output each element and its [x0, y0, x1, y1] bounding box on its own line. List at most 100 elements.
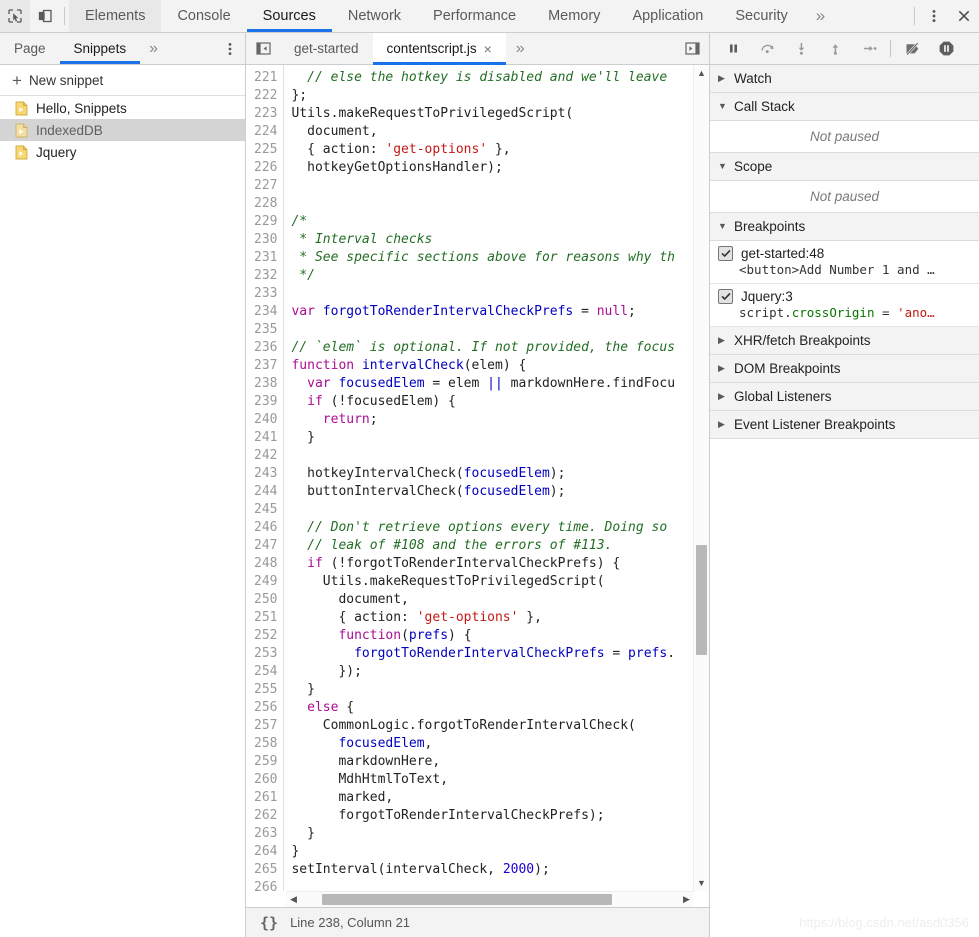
code-line[interactable]: } — [291, 843, 693, 861]
code-line[interactable]: if (!forgotToRenderIntervalCheckPrefs) { — [291, 555, 693, 573]
code-line[interactable] — [291, 285, 693, 303]
code-line[interactable]: hotkeyIntervalCheck(focusedElem); — [291, 465, 693, 483]
code-line[interactable] — [291, 321, 693, 339]
close-devtools-icon[interactable] — [949, 0, 979, 32]
code-line[interactable]: var forgotToRenderIntervalCheckPrefs = n… — [291, 303, 693, 321]
code-line[interactable]: Utils.makeRequestToPrivilegedScript( — [291, 105, 693, 123]
tab-network[interactable]: Network — [332, 0, 417, 32]
more-file-tabs-button[interactable]: » — [506, 33, 535, 64]
code-line[interactable]: } — [291, 825, 693, 843]
code-line[interactable]: var focusedElem = elem || markdownHere.f… — [291, 375, 693, 393]
file-tab-get-started[interactable]: get-started — [280, 33, 373, 64]
breakpoint-checkbox[interactable] — [718, 246, 733, 261]
code-line[interactable]: * See specific sections above for reason… — [291, 249, 693, 267]
code-line[interactable]: CommonLogic.forgotToRenderIntervalCheck( — [291, 717, 693, 735]
code-line[interactable]: marked, — [291, 789, 693, 807]
code-line[interactable]: /* — [291, 213, 693, 231]
show-debugger-icon[interactable] — [675, 33, 709, 64]
code-line[interactable] — [291, 447, 693, 465]
snippet-item-hello-snippets[interactable]: Hello, Snippets — [0, 97, 245, 119]
code-line[interactable]: // Don't retrieve options every time. Do… — [291, 519, 693, 537]
horizontal-scrollbar-thumb[interactable] — [322, 894, 612, 905]
tab-application[interactable]: Application — [616, 0, 719, 32]
code-line[interactable]: */ — [291, 267, 693, 285]
tab-performance[interactable]: Performance — [417, 0, 532, 32]
more-options-icon[interactable] — [919, 0, 949, 32]
step-out-icon[interactable] — [818, 33, 852, 64]
code-line[interactable]: Utils.makeRequestToPrivilegedScript( — [291, 573, 693, 591]
code-editor[interactable]: 221 222 223 224 225 226 227 228 229 230 231 232 233 2… — [246, 65, 709, 891]
snippet-item-jquery[interactable]: Jquery — [0, 141, 245, 163]
code-line[interactable]: forgotToRenderIntervalCheckPrefs = prefs… — [291, 645, 693, 663]
navigator-tab-snippets[interactable]: Snippets — [59, 33, 141, 64]
code-line[interactable]: if (!focusedElem) { — [291, 393, 693, 411]
tab-security[interactable]: Security — [719, 0, 803, 32]
code-line[interactable]: return; — [291, 411, 693, 429]
section-header-scope[interactable]: ▼ Scope — [710, 153, 979, 181]
code-line[interactable]: forgotToRenderIntervalCheckPrefs); — [291, 807, 693, 825]
section-header-xhr-fetch-breakpoints[interactable]: ▶ XHR/fetch Breakpoints — [710, 327, 979, 355]
navigator-more-options-icon[interactable] — [215, 33, 245, 64]
scroll-down-arrow-icon[interactable]: ▼ — [694, 875, 709, 891]
code-line[interactable]: // leak of #108 and the errors of #113. — [291, 537, 693, 555]
code-line[interactable]: markdownHere, — [291, 753, 693, 771]
new-snippet-button[interactable]: + New snippet — [0, 65, 245, 96]
show-navigator-icon[interactable] — [246, 33, 280, 64]
tab-elements[interactable]: Elements — [69, 0, 162, 32]
code-line[interactable]: function intervalCheck(elem) { — [291, 357, 693, 375]
code-line[interactable]: { action: 'get-options' }, — [291, 609, 693, 627]
scroll-right-arrow-icon[interactable]: ▶ — [679, 892, 694, 907]
code-content[interactable]: // else the hotkey is disabled and we'll… — [284, 65, 693, 891]
tab-memory[interactable]: Memory — [532, 0, 616, 32]
code-line[interactable] — [291, 195, 693, 213]
navigator-tab-page[interactable]: Page — [0, 33, 60, 64]
code-line[interactable]: }); — [291, 663, 693, 681]
code-line[interactable]: } — [291, 429, 693, 447]
code-line[interactable]: }; — [291, 87, 693, 105]
section-header-breakpoints[interactable]: ▼ Breakpoints — [710, 213, 979, 241]
code-line[interactable]: document, — [291, 123, 693, 141]
inspect-cursor-icon[interactable] — [0, 0, 30, 32]
code-line[interactable]: MdhHtmlToText, — [291, 771, 693, 789]
snippet-item-indexeddb[interactable]: IndexedDB — [0, 119, 245, 141]
code-line[interactable]: { action: 'get-options' }, — [291, 141, 693, 159]
scroll-left-arrow-icon[interactable]: ◀ — [286, 892, 301, 907]
section-header-watch[interactable]: ▶ Watch — [710, 65, 979, 93]
tab-console[interactable]: Console — [161, 0, 246, 32]
vertical-scrollbar-thumb[interactable] — [696, 545, 707, 655]
section-header-call-stack[interactable]: ▼ Call Stack — [710, 93, 979, 121]
code-line[interactable]: buttonIntervalCheck(focusedElem); — [291, 483, 693, 501]
pause-on-exceptions-icon[interactable] — [929, 33, 963, 64]
navigator-more-tabs-button[interactable]: » — [140, 33, 167, 64]
step-into-icon[interactable] — [784, 33, 818, 64]
scroll-up-arrow-icon[interactable]: ▲ — [694, 65, 709, 81]
code-line[interactable]: // else the hotkey is disabled and we'll… — [291, 69, 693, 87]
resume-pause-script-icon[interactable] — [716, 33, 750, 64]
pretty-print-braces-icon[interactable]: {} — [260, 914, 278, 932]
code-line[interactable]: * Interval checks — [291, 231, 693, 249]
section-header-global-listeners[interactable]: ▶ Global Listeners — [710, 383, 979, 411]
step-icon[interactable] — [852, 33, 886, 64]
section-header-dom-breakpoints[interactable]: ▶ DOM Breakpoints — [710, 355, 979, 383]
step-over-icon[interactable] — [750, 33, 784, 64]
code-line[interactable] — [291, 879, 693, 891]
file-tab-contentscript-js[interactable]: contentscript.js × — [372, 33, 507, 65]
code-line[interactable]: hotkeyGetOptionsHandler); — [291, 159, 693, 177]
section-header-event-listener-breakpoints[interactable]: ▶ Event Listener Breakpoints — [710, 411, 979, 439]
code-line[interactable]: focusedElem, — [291, 735, 693, 753]
deactivate-breakpoints-icon[interactable] — [895, 33, 929, 64]
close-icon[interactable]: × — [484, 42, 492, 56]
device-toolbar-icon[interactable] — [30, 0, 60, 32]
tab-sources[interactable]: Sources — [246, 0, 333, 32]
code-line[interactable] — [291, 501, 693, 519]
more-panels-button[interactable]: » — [804, 0, 837, 32]
code-line[interactable]: } — [291, 681, 693, 699]
editor-horizontal-scrollbar[interactable]: ◀ ▶ — [286, 891, 694, 907]
code-line[interactable]: document, — [291, 591, 693, 609]
code-line[interactable]: function(prefs) { — [291, 627, 693, 645]
breakpoint-item-get-started-48[interactable]: get-started:48 <button>Add Number 1 and … — [710, 241, 979, 284]
code-line[interactable]: else { — [291, 699, 693, 717]
breakpoint-checkbox[interactable] — [718, 289, 733, 304]
code-line[interactable] — [291, 177, 693, 195]
breakpoint-item-jquery-3[interactable]: Jquery:3 script.crossOrigin = 'ano… — [710, 284, 979, 327]
